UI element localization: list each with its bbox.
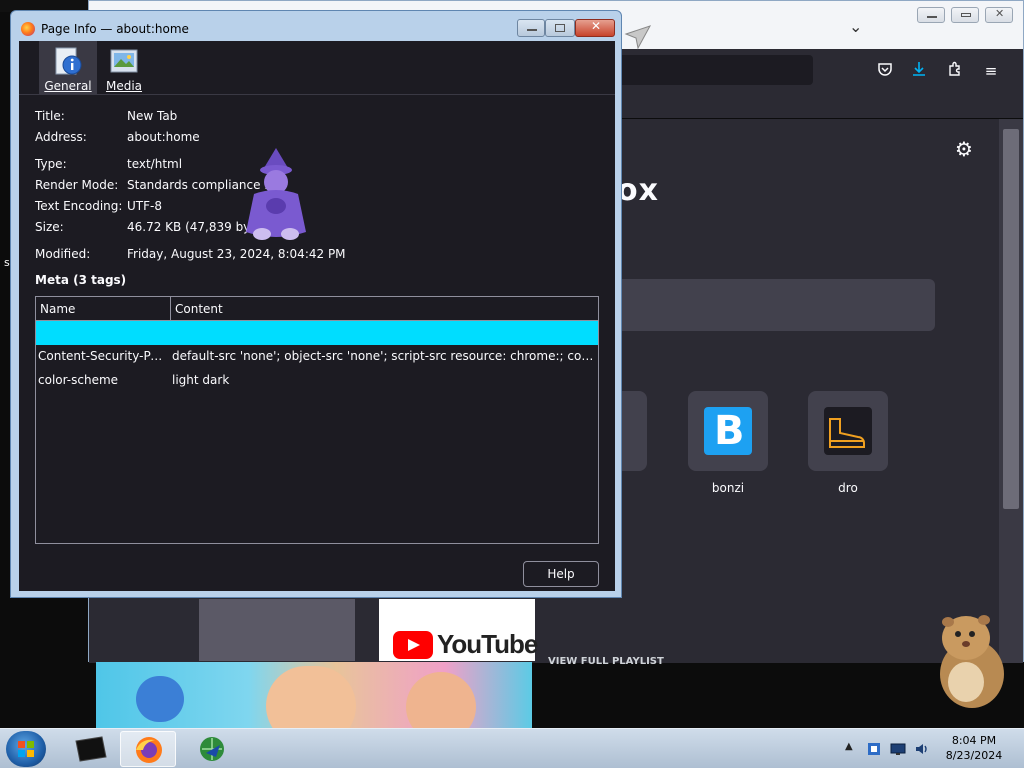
side-letter: s [4, 256, 10, 269]
meta-heading: Meta (3 tags) [35, 273, 127, 287]
table-row[interactable]: color-scheme light dark [36, 369, 598, 393]
scrollbar-thumb[interactable] [1003, 129, 1019, 509]
menu-hamburger-icon[interactable]: ≡ [981, 61, 1001, 81]
video-thumbnail-1[interactable] [199, 599, 355, 661]
browser-minimize-button[interactable] [917, 7, 945, 23]
info-value: text/html [127, 157, 183, 171]
taskbar-app-network[interactable] [184, 731, 240, 767]
tray-app-icon[interactable] [866, 741, 882, 757]
info-value: Friday, August 23, 2024, 8:04:42 PM [127, 247, 346, 261]
table-row[interactable]: Content-Security-Polic... default-src 'n… [36, 345, 598, 369]
meta-content-cell: default-src 'none'; object-src 'none'; s… [172, 349, 596, 363]
cartoon-hat [136, 676, 184, 722]
column-divider[interactable] [170, 297, 171, 321]
cartoon-face [406, 672, 476, 728]
browser-scrollbar[interactable] [999, 119, 1023, 663]
info-value: UTF-8 [127, 199, 162, 213]
dialog-tabs: General Media [19, 41, 615, 95]
bonzi-b-icon: B [704, 407, 752, 455]
table-row-selected[interactable] [36, 321, 598, 345]
dialog-maximize-button[interactable] [545, 19, 575, 37]
column-header-name[interactable]: Name [40, 302, 75, 316]
taskbar-app-firefox[interactable] [120, 731, 176, 767]
system-clock[interactable]: 8:04 PM 8/23/2024 [938, 733, 1010, 763]
meta-name-cell: Content-Security-Polic... [38, 349, 168, 363]
shortcut-label-bonzi: bonzi [711, 481, 745, 495]
video-banner[interactable] [96, 662, 532, 728]
firefox-icon [136, 737, 162, 763]
download-icon[interactable] [909, 61, 929, 81]
meta-tags-table[interactable]: Name Content Content-Security-Polic... d… [35, 296, 599, 544]
browser-close-button[interactable]: ✕ [985, 7, 1013, 23]
info-key: Modified: [35, 247, 91, 261]
column-header-content[interactable]: Content [175, 302, 223, 316]
boot-icon [824, 407, 872, 455]
youtube-thumbnail[interactable]: YouTube [379, 599, 538, 661]
shortcut-tile-dro[interactable] [808, 391, 888, 471]
pocket-icon[interactable] [875, 61, 895, 81]
info-key: Text Encoding: [35, 199, 123, 213]
dialog-title: Page Info — about:home [41, 22, 189, 36]
dialog-minimize-button[interactable] [517, 19, 545, 37]
wizard-character-icon[interactable] [236, 146, 316, 246]
start-button[interactable] [6, 731, 46, 767]
info-key: Title: [35, 109, 65, 123]
firefox-icon [21, 22, 35, 36]
info-key: Render Mode: [35, 178, 119, 192]
taskbar-app-terminal[interactable] [62, 731, 118, 767]
meta-content-cell: light dark [172, 373, 230, 387]
shortcut-tile-bonzi[interactable]: B [688, 391, 768, 471]
tab-media[interactable]: Media [101, 41, 147, 95]
page-info-dialog: Page Info — about:home ✕ General Media T… [10, 10, 622, 598]
info-key: Type: [35, 157, 67, 171]
tab-general[interactable]: General [39, 41, 97, 95]
dialog-close-button[interactable]: ✕ [575, 19, 615, 37]
network-monitor-icon[interactable] [890, 741, 906, 757]
info-key: Address: [35, 130, 87, 144]
pointer-arrow-icon [624, 25, 652, 50]
cartoon-face [266, 666, 356, 728]
globe-download-icon [200, 737, 224, 761]
meta-name-cell: color-scheme [38, 373, 119, 387]
browser-maximize-button[interactable] [951, 7, 979, 23]
info-value: New Tab [127, 109, 178, 123]
shortcut-label-dro: dro [838, 481, 858, 495]
settings-gear-icon[interactable]: ⚙ [955, 137, 973, 161]
media-picture-icon [110, 49, 138, 73]
clock-time: 8:04 PM [951, 734, 997, 747]
hamster-character-icon[interactable] [926, 604, 1012, 710]
dialog-titlebar[interactable]: Page Info — about:home ✕ [11, 11, 621, 43]
tab-general-label: General [44, 79, 92, 93]
playlist-link[interactable]: VIEW FULL PLAYLIST [548, 656, 664, 667]
dialog-body: General Media Title: New Tab Address: ab… [19, 41, 615, 591]
youtube-logo-text: YouTube [437, 629, 538, 659]
info-document-icon [55, 47, 82, 75]
firefox-brand-text: ox [617, 173, 659, 208]
youtube-play-icon [393, 631, 433, 659]
tab-media-label: Media [105, 79, 143, 93]
volume-icon[interactable] [914, 741, 930, 757]
black-box-icon [75, 736, 107, 762]
info-key: Size: [35, 220, 64, 234]
info-value: about:home [127, 130, 200, 144]
url-bar[interactable] [609, 55, 813, 85]
help-button[interactable]: Help [523, 561, 599, 587]
new-tab-search-box[interactable] [609, 279, 935, 331]
windows-logo-icon [18, 741, 34, 757]
meta-table-header: Name Content [36, 297, 598, 321]
taskbar: ▲ 8:04 PM 8/23/2024 [0, 728, 1024, 768]
clock-date: 8/23/2024 [945, 749, 1003, 762]
extensions-icon[interactable] [945, 61, 965, 81]
tab-list-chevron-icon[interactable]: ⌄ [849, 17, 862, 36]
tray-expand-icon[interactable]: ▲ [845, 741, 853, 752]
